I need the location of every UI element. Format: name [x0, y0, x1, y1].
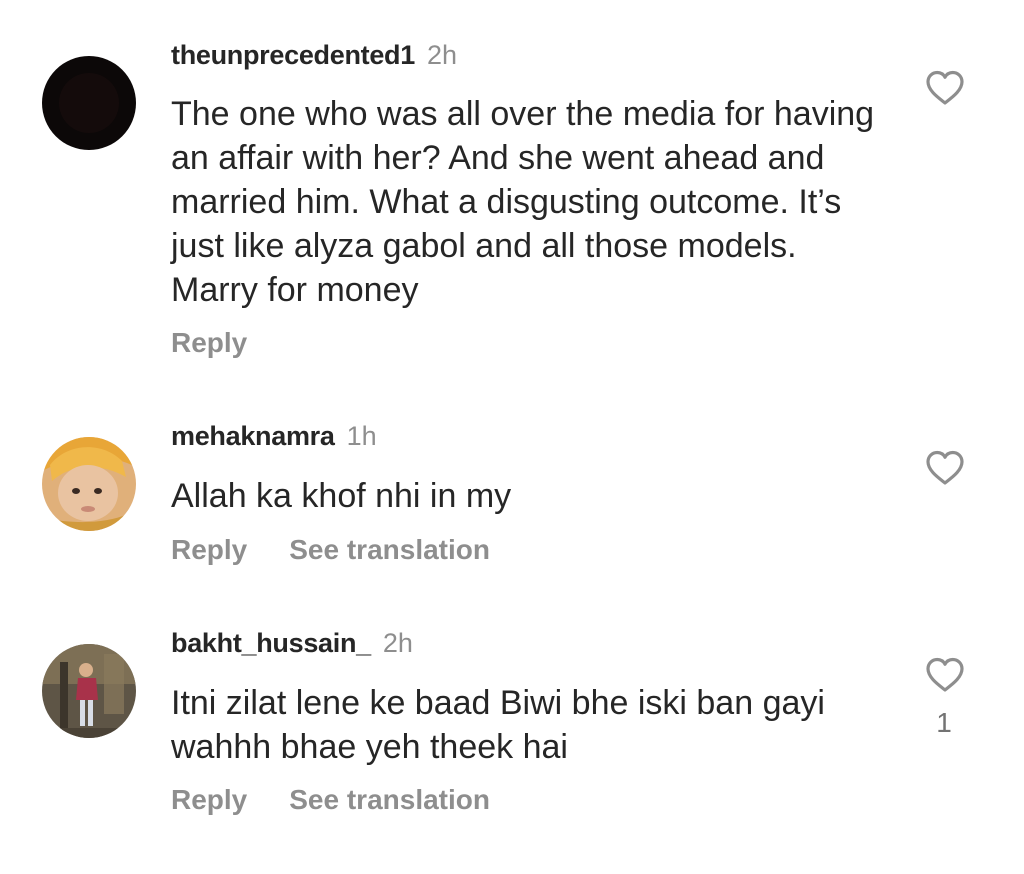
see-translation-button[interactable]: See translation — [289, 534, 490, 565]
comment-text: The one who was all over the media for h… — [171, 95, 875, 309]
username[interactable]: mehaknamra — [171, 421, 335, 451]
heart-outline-icon[interactable] — [924, 68, 966, 108]
comment-text: Itni zilat lene ke baad Biwi bhe iski ba… — [171, 684, 825, 766]
timestamp: 1h — [346, 421, 377, 451]
username[interactable]: theunprecedented1 — [171, 40, 415, 70]
see-translation-button[interactable]: See translation — [289, 784, 490, 815]
comment-actions: Reply — [171, 327, 289, 359]
avatar[interactable] — [42, 437, 136, 531]
avatar[interactable] — [42, 56, 136, 150]
avatar-image — [42, 56, 136, 150]
comment-actions: Reply See translation — [171, 534, 532, 566]
comment-header: bakht_hussain_ 2h — [171, 628, 413, 659]
reply-button[interactable]: Reply — [171, 534, 247, 565]
username[interactable]: bakht_hussain_ — [171, 628, 371, 658]
reply-button[interactable]: Reply — [171, 784, 247, 815]
heart-outline-icon[interactable] — [924, 448, 966, 488]
comment-header: theunprecedented1 2h — [171, 40, 457, 71]
avatar-image — [42, 644, 136, 738]
timestamp: 2h — [426, 40, 457, 70]
reply-button[interactable]: Reply — [171, 327, 247, 358]
timestamp: 2h — [382, 628, 413, 658]
avatar[interactable] — [42, 644, 136, 738]
like-count: 1 — [936, 707, 952, 738]
comment-actions: Reply See translation — [171, 784, 532, 816]
comment-header: mehaknamra 1h — [171, 421, 377, 452]
comment-text: Allah ka khof nhi in my — [171, 477, 512, 515]
avatar-image — [42, 437, 136, 531]
heart-outline-icon[interactable] — [924, 655, 966, 695]
